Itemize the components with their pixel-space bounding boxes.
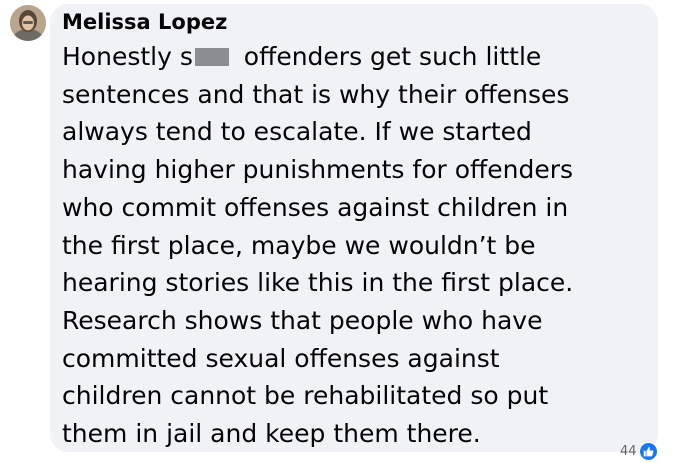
- comment-line: children cannot be rehabilitated so put: [62, 381, 549, 411]
- comment-text: Honestly s offenders get such little sen…: [62, 38, 652, 453]
- comment-text-segment: Honestly s: [62, 42, 193, 71]
- like-icon: [638, 441, 658, 461]
- comment-line: the first place, maybe we wouldn’t be: [62, 230, 536, 260]
- reaction-summary[interactable]: 44: [620, 441, 658, 461]
- comment-author[interactable]: Melissa Lopez: [62, 7, 227, 37]
- avatar[interactable]: [10, 5, 46, 41]
- comment-line: committed sexual offenses against: [62, 343, 500, 373]
- censor-bar: [194, 48, 229, 66]
- reaction-count: 44: [620, 443, 637, 459]
- comment-line: always tend to escalate. If we started: [62, 117, 532, 147]
- comment-line: having higher punishments for offenders: [62, 155, 574, 185]
- comment-line: Research shows that people who have: [62, 305, 543, 335]
- comment-line: who commit offenses against children in: [62, 192, 569, 222]
- comment-line: Honestly s offenders get such little: [62, 38, 652, 76]
- comment-line: hearing stories like this in the first p…: [62, 268, 574, 298]
- avatar-image: [10, 5, 46, 41]
- comment-bubble: Melissa Lopez Honestly s offenders get s…: [50, 4, 658, 452]
- comment-line: sentences and that is why their offenses: [62, 79, 570, 109]
- comment-line: them in jail and keep them there.: [62, 419, 481, 449]
- comment-text-segment: offenders get such little: [235, 42, 542, 71]
